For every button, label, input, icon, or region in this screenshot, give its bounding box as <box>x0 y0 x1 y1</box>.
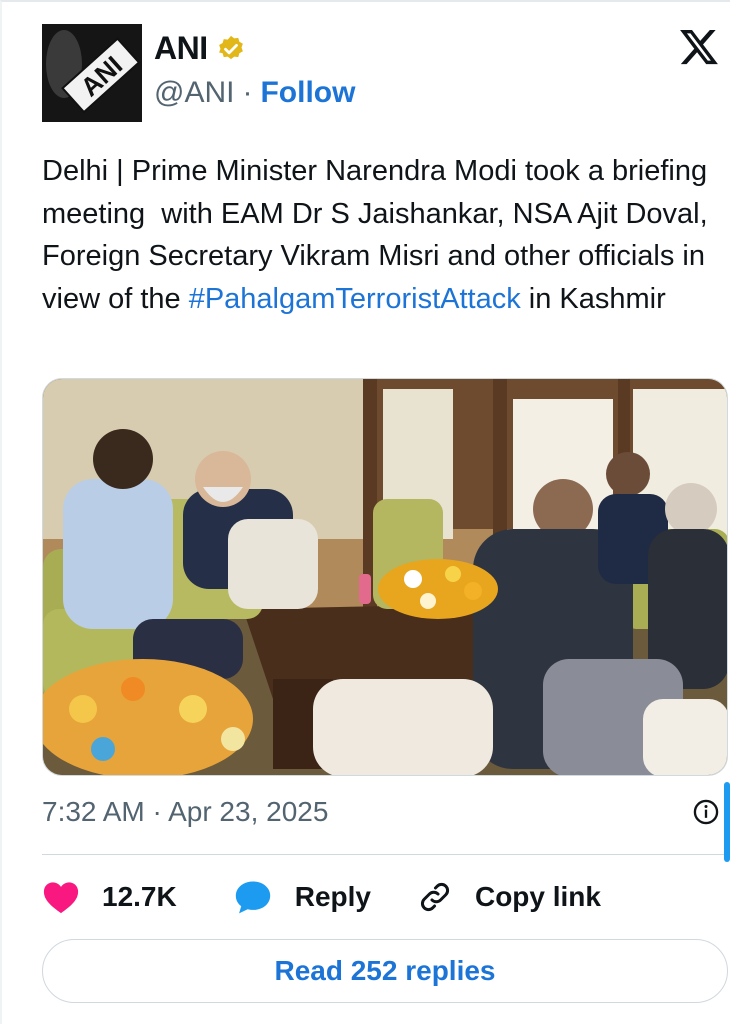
read-replies-button[interactable]: Read 252 replies <box>42 939 728 1003</box>
x-logo-icon[interactable] <box>678 26 720 68</box>
info-icon[interactable] <box>692 798 720 826</box>
tweet-embed-card: ANI ANI @ANI · Follow Delhi | Prime Mini… <box>0 0 730 1024</box>
author-avatar[interactable]: ANI <box>42 24 142 122</box>
author-name-row: ANI <box>154 30 246 67</box>
author-handle-row: @ANI · Follow <box>154 76 355 110</box>
like-count: 12.7K <box>102 881 177 912</box>
copy-link-button[interactable]: Copy link <box>417 879 601 915</box>
actions-divider <box>42 854 730 855</box>
reply-label: Reply <box>294 881 371 912</box>
separator-dot: · <box>242 76 253 109</box>
copy-link-label: Copy link <box>474 881 601 912</box>
author-handle[interactable]: @ANI <box>154 76 234 110</box>
reply-button[interactable]: Reply <box>233 879 371 915</box>
like-button[interactable]: 12.7K <box>42 879 177 915</box>
tweet-photo[interactable] <box>42 378 728 776</box>
tweet-text: Delhi | Prime Minister Narendra Modi too… <box>42 150 712 320</box>
author-display-name[interactable]: ANI <box>154 30 208 67</box>
hashtag-link[interactable]: #PahalgamTerroristAttack <box>189 283 521 315</box>
reply-bubble-icon <box>235 881 270 914</box>
link-icon <box>420 883 449 911</box>
tweet-actions-bar: 12.7K Reply Copy link <box>42 874 601 920</box>
tweet-text-tail: in Kashmir <box>520 282 666 315</box>
verified-badge-icon <box>218 35 243 59</box>
follow-button[interactable]: Follow <box>260 76 355 110</box>
heart-icon <box>43 882 79 914</box>
tweet-timestamp[interactable]: 7:32 AM · Apr 23, 2025 <box>42 796 328 828</box>
scrollbar-thumb[interactable] <box>724 782 730 862</box>
